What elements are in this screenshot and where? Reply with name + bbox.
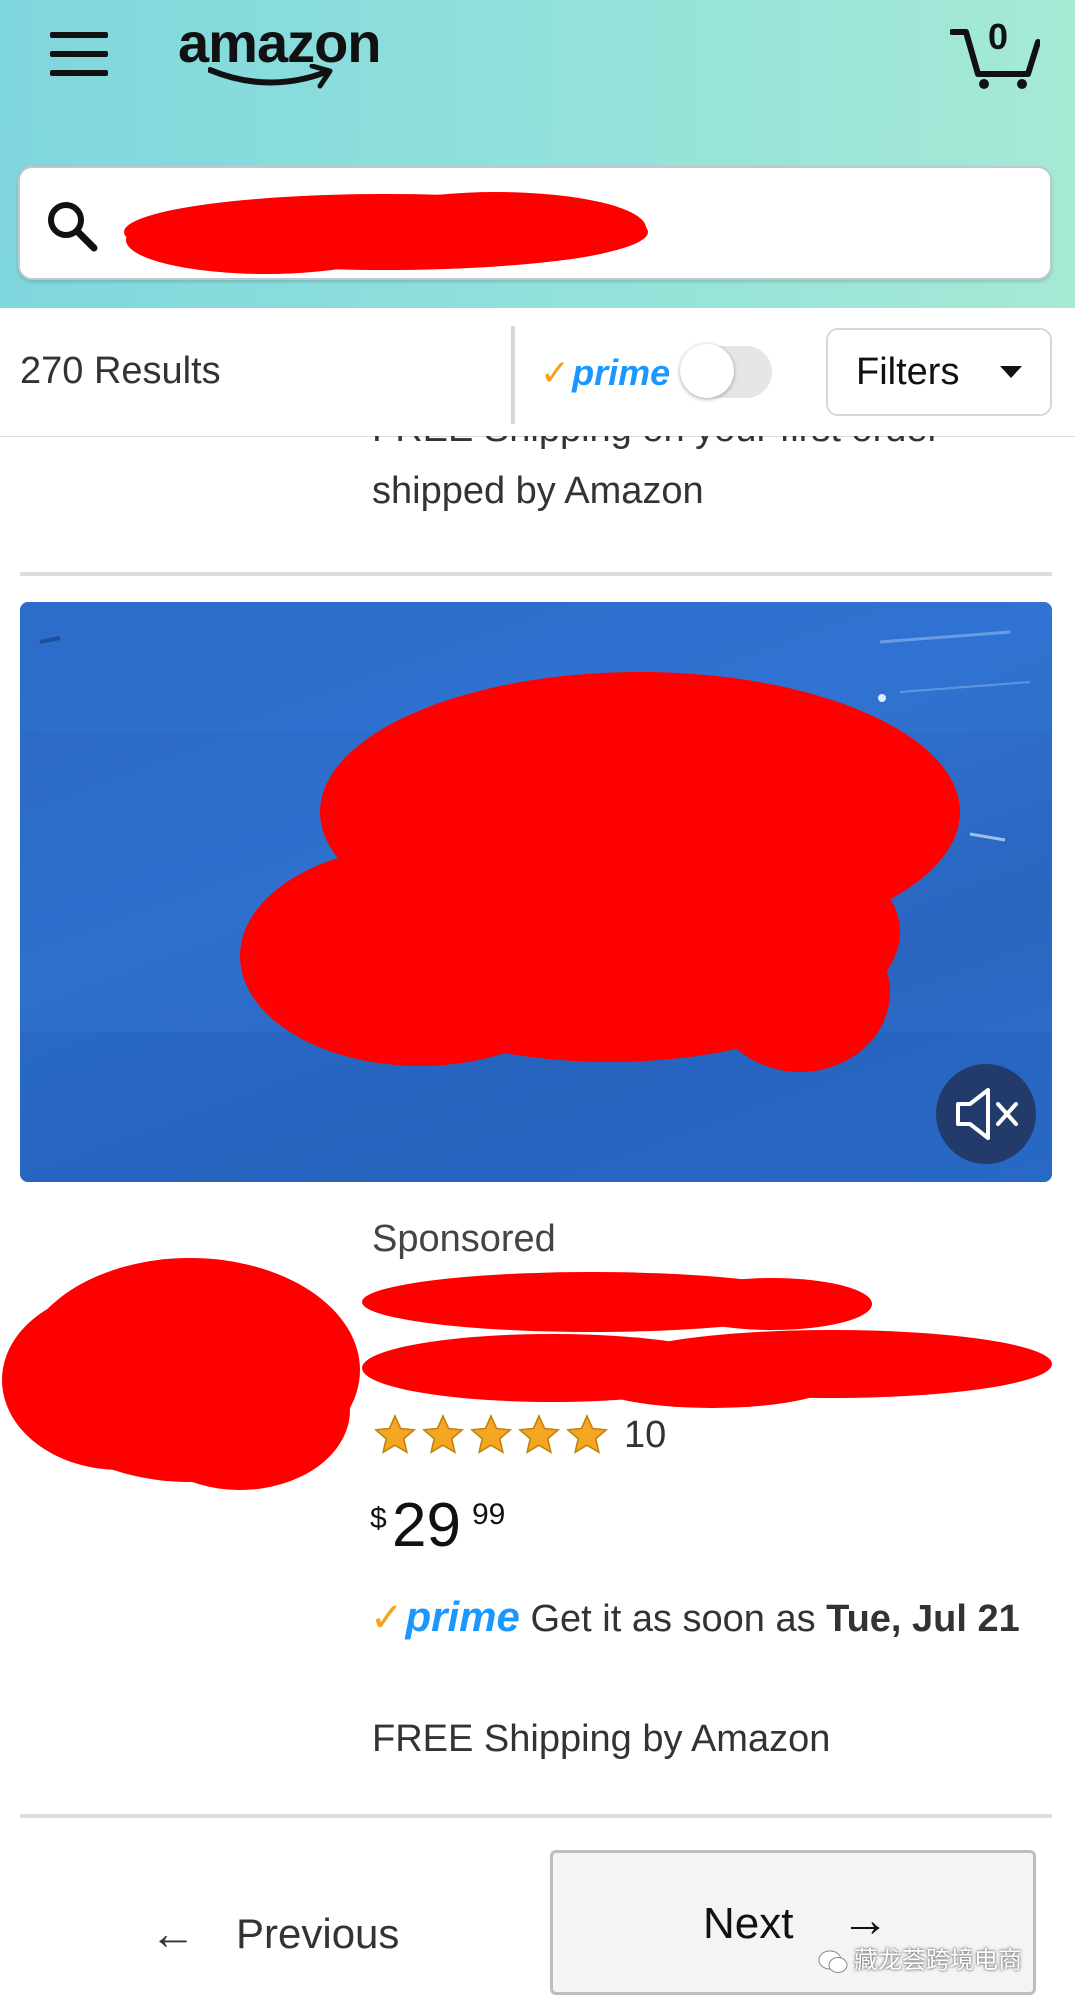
- prime-label: prime: [572, 352, 671, 393]
- logo-smile-icon: [208, 64, 333, 89]
- results-toolbar: 270 Results ✓prime Filters: [0, 308, 1075, 437]
- previous-page-button[interactable]: ← Previous: [150, 1896, 450, 1976]
- filters-button[interactable]: Filters: [826, 328, 1052, 416]
- watermark: 藏龙荟跨境电商: [818, 1940, 1022, 1975]
- wechat-icon: [818, 1950, 848, 1973]
- star-icon: [565, 1413, 609, 1454]
- star-rating[interactable]: 10: [372, 1412, 692, 1462]
- sponsored-video[interactable]: [20, 602, 1052, 1182]
- results-count: 270 Results: [20, 350, 221, 392]
- watermark-text: 藏龙荟跨境电商: [854, 1947, 1022, 1974]
- toggle-knob: [680, 344, 734, 398]
- star-icon: [373, 1413, 417, 1454]
- amazon-logo[interactable]: amazon: [178, 10, 408, 90]
- free-shipping-text: FREE Shipping by Amazon: [372, 1718, 831, 1760]
- product-title-redacted[interactable]: [362, 1268, 1062, 1408]
- prime-toggle-switch[interactable]: [680, 344, 772, 398]
- star-icon: [469, 1413, 513, 1454]
- rating-count: 10: [624, 1414, 667, 1456]
- delivery-prefix: Get it as soon as: [530, 1598, 816, 1640]
- price-fraction: 99: [472, 1498, 506, 1531]
- top-header: amazon 0: [0, 0, 1075, 308]
- sponsored-label: Sponsored: [372, 1218, 556, 1260]
- menu-hamburger-icon[interactable]: [50, 32, 108, 76]
- prime-check-icon: ✓: [540, 352, 571, 393]
- divider: [511, 326, 515, 424]
- star-icon: [517, 1413, 561, 1454]
- star-icon: [421, 1413, 465, 1454]
- result-separator: [20, 1814, 1052, 1818]
- caret-down-icon: [1000, 366, 1022, 378]
- cart-count: 0: [988, 16, 1009, 57]
- prime-logo: ✓prime: [540, 352, 670, 394]
- delivery-date: Tue, Jul 21: [826, 1598, 1020, 1640]
- next-label: Next: [703, 1899, 794, 1948]
- prime-badge: ✓prime: [370, 1593, 520, 1640]
- prime-filter-toggle[interactable]: ✓prime: [540, 344, 780, 404]
- delivery-info: ✓prime Get it as soon as Tue, Jul 21: [370, 1586, 1050, 1650]
- price-whole: 29: [392, 1491, 461, 1560]
- cart-button[interactable]: 0: [950, 16, 1040, 90]
- arrow-left-icon: ←: [150, 1907, 196, 1959]
- previous-shipping-line2: shipped by Amazon: [372, 470, 704, 512]
- speaker-muted-icon: [956, 1088, 1018, 1140]
- prime-check-icon: ✓: [370, 1596, 404, 1640]
- previous-result-fragment: FREE Shipping on your first order shippe…: [0, 436, 1075, 576]
- video-frame: [20, 602, 1052, 1182]
- search-icon: [48, 202, 98, 252]
- result-separator: [20, 572, 1052, 576]
- mute-button[interactable]: [936, 1064, 1036, 1164]
- filters-label: Filters: [856, 351, 960, 393]
- redaction-mark: [124, 192, 648, 274]
- previous-shipping-line1: FREE Shipping on your first order: [372, 436, 940, 451]
- prime-badge-label: prime: [405, 1593, 520, 1640]
- search-bar[interactable]: [18, 166, 1052, 280]
- previous-label: Previous: [236, 1910, 400, 1957]
- price-symbol: $: [370, 1502, 387, 1535]
- product-image-redacted[interactable]: [0, 1250, 370, 1510]
